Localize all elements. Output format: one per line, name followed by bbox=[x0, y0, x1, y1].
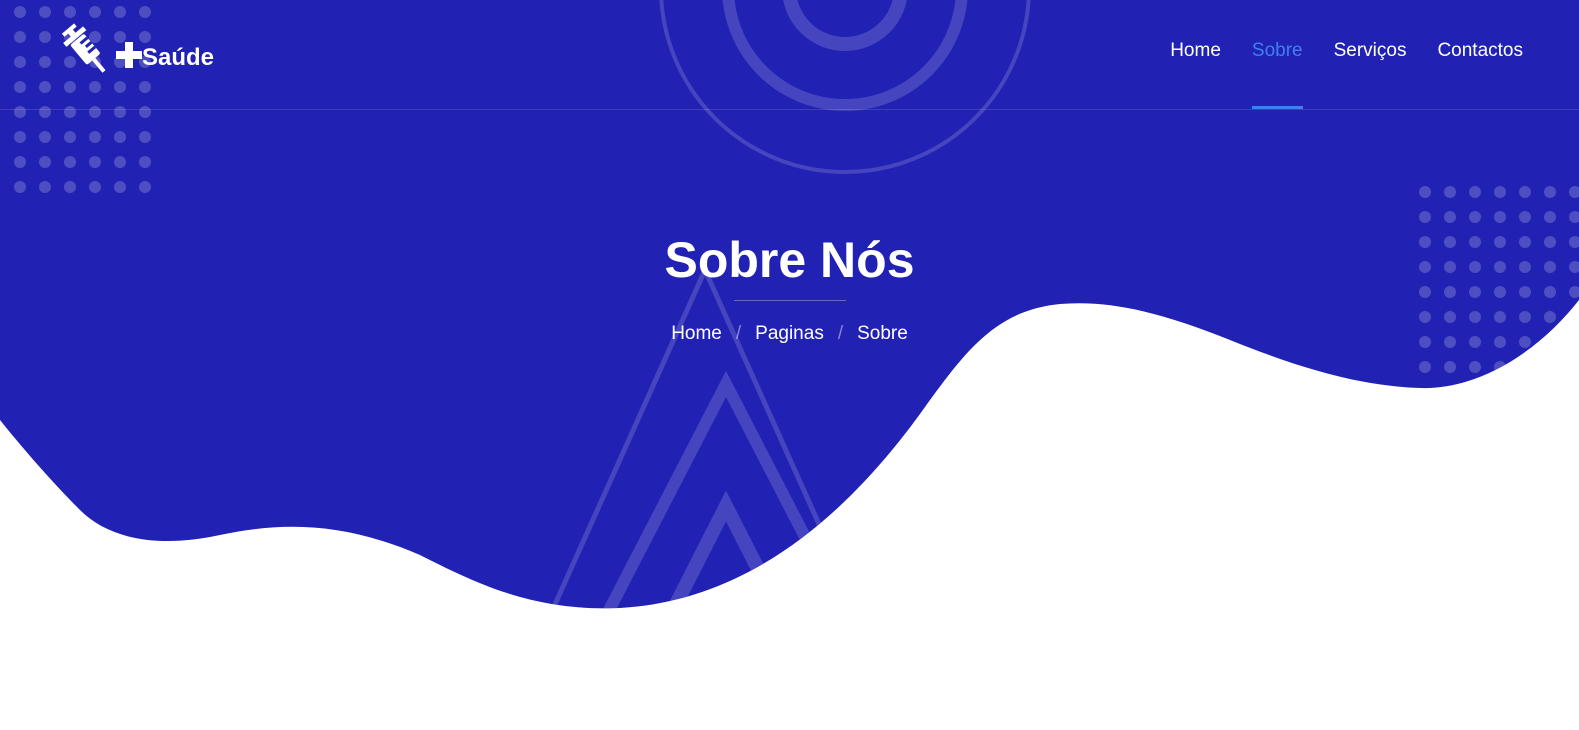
decor-dot bbox=[1544, 186, 1556, 198]
decor-dot bbox=[1419, 186, 1431, 198]
site-header: Saúde Home Sobre Serviços Contactos bbox=[0, 0, 1579, 110]
syringe-icon bbox=[61, 23, 106, 73]
hero-title-block: Sobre Nós Home / Paginas / Sobre bbox=[0, 228, 1579, 345]
decor-dot bbox=[64, 181, 76, 193]
decor-dot bbox=[89, 181, 101, 193]
decor-dot bbox=[1444, 211, 1456, 223]
breadcrumb-paginas[interactable]: Paginas bbox=[755, 323, 824, 345]
decor-dot bbox=[1544, 211, 1556, 223]
breadcrumb-home[interactable]: Home bbox=[671, 323, 722, 345]
nav-item-sobre[interactable]: Sobre bbox=[1251, 0, 1303, 109]
decor-dot bbox=[1494, 186, 1506, 198]
decor-dot bbox=[39, 181, 51, 193]
page-title: Sobre Nós bbox=[664, 232, 915, 288]
decor-dot bbox=[139, 156, 151, 168]
decor-dot bbox=[64, 156, 76, 168]
decor-dot bbox=[114, 131, 126, 143]
decor-dot bbox=[14, 181, 26, 193]
nav-item-contactos[interactable]: Contactos bbox=[1437, 0, 1523, 69]
decor-dot bbox=[1469, 211, 1481, 223]
decor-dot bbox=[1544, 361, 1556, 373]
decor-dot bbox=[1444, 186, 1456, 198]
nav-item-servicos[interactable]: Serviços bbox=[1334, 0, 1407, 69]
main-nav: Home Sobre Serviços Contactos bbox=[1139, 0, 1523, 110]
decor-dot bbox=[1469, 361, 1481, 373]
nav-item-home[interactable]: Home bbox=[1170, 0, 1221, 69]
plus-icon bbox=[116, 42, 142, 68]
decor-dot bbox=[39, 156, 51, 168]
decor-dot bbox=[89, 156, 101, 168]
breadcrumb-separator: / bbox=[837, 323, 844, 344]
decor-dot bbox=[1444, 361, 1456, 373]
decor-dot bbox=[1519, 361, 1531, 373]
title-divider bbox=[733, 300, 846, 301]
breadcrumb-current: Sobre bbox=[857, 323, 908, 344]
decor-dot bbox=[1469, 186, 1481, 198]
decor-dot bbox=[39, 131, 51, 143]
decor-dot bbox=[114, 181, 126, 193]
decor-dot bbox=[64, 131, 76, 143]
decor-dot bbox=[1419, 361, 1431, 373]
breadcrumb-separator: / bbox=[735, 323, 742, 344]
decor-dot bbox=[1569, 361, 1579, 373]
decor-dot bbox=[139, 181, 151, 193]
decor-dot bbox=[114, 156, 126, 168]
decor-dot bbox=[89, 131, 101, 143]
decor-dot bbox=[1519, 186, 1531, 198]
decor-dot bbox=[139, 131, 151, 143]
logo-text: Saúde bbox=[116, 22, 214, 78]
decor-dot bbox=[1519, 211, 1531, 223]
site-logo[interactable]: Saúde bbox=[58, 22, 214, 78]
page: Saúde Home Sobre Serviços Contactos Sobr… bbox=[0, 0, 1579, 730]
decor-dot bbox=[14, 131, 26, 143]
decor-dot bbox=[1494, 361, 1506, 373]
decor-dot bbox=[1494, 211, 1506, 223]
decor-dot bbox=[14, 156, 26, 168]
logo-word: Saúde bbox=[142, 44, 215, 71]
decor-dot bbox=[1419, 211, 1431, 223]
breadcrumb: Home / Paginas / Sobre bbox=[0, 323, 1579, 345]
